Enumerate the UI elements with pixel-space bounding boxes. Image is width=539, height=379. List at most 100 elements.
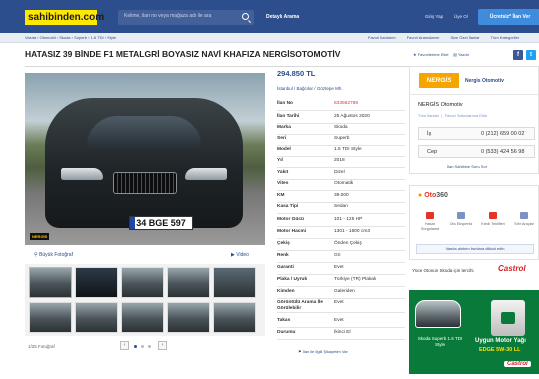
breadcrumb-item[interactable]: Skoda (59, 35, 70, 40)
login-link[interactable]: Giriş Yap (425, 14, 443, 19)
breadcrumb-item[interactable]: 1.6 TDI (91, 35, 104, 40)
thumbnail[interactable] (75, 267, 118, 298)
credit-icon[interactable] (489, 212, 497, 219)
oto360-item-label[interactable]: Hasar Sorgulama (418, 222, 442, 231)
ad-car-image (415, 300, 461, 328)
detail-divider (277, 144, 405, 146)
search-icon[interactable] (242, 13, 249, 20)
detail-divider (277, 133, 405, 135)
store-link[interactable]: Nergis Otomotiv (465, 78, 504, 84)
prev-photo-button[interactable]: ‹ (120, 341, 129, 350)
breadcrumb: Vasıta › Otomobil › Skoda › Superb › 1.6… (25, 35, 117, 40)
oto360-logo: ● Oto360 (418, 192, 448, 199)
detail-label: Renk (277, 253, 289, 258)
thumbnail[interactable] (213, 267, 256, 298)
oto360-item-label[interactable]: Oto Ekspertiz (449, 222, 473, 227)
vehicle-tips-button[interactable]: Vasıta alırken bunlara dikkat edin (416, 244, 534, 254)
video-link[interactable]: ▶ Video (231, 252, 249, 258)
add-favorite-link[interactable]: Favorilerime Ekle (418, 52, 449, 57)
oto360-panel: ● Oto360 Hasar Sorgulama Oto Ekspertiz K… (409, 185, 539, 260)
store-logo[interactable]: NERGİS (419, 73, 459, 88)
breadcrumb-item[interactable]: Style (107, 35, 116, 40)
damage-query-icon[interactable] (426, 212, 434, 219)
detailed-search-link[interactable]: Detaylı Arama (266, 14, 299, 20)
breadcrumb-item[interactable]: Otomobil (40, 35, 56, 40)
oto360-item-label[interactable]: Kredi Teklifleri (481, 222, 505, 227)
phone-label: İş (427, 131, 432, 137)
detail-value: 833562788 (334, 101, 359, 106)
castrol-logo[interactable]: Castrol (498, 264, 526, 273)
advertisement-banner[interactable]: Skoda Superb 1.6 TDI Style Uygun Motor Y… (409, 290, 539, 374)
all-store-ads-link[interactable]: Tüm İlanları (418, 113, 439, 118)
page-dot[interactable] (134, 345, 137, 348)
work-phone[interactable]: İş 0 (212) 659 00 02 (418, 127, 535, 140)
register-link[interactable]: Üye Ol (454, 14, 468, 19)
detail-value: Evet (334, 318, 344, 323)
favorite-seller-link[interactable]: Favori Satıcılarıma Ekle (445, 113, 487, 118)
detail-value: Skoda (334, 125, 348, 130)
site-logo[interactable]: sahibinden.com (25, 10, 104, 25)
page-dot[interactable] (148, 345, 151, 348)
thumbnail[interactable] (121, 267, 164, 298)
new-cars-icon[interactable] (520, 212, 528, 219)
thumbnail[interactable] (75, 302, 118, 333)
search-placeholder: Kelime, ilan no veya mağaza adı ile ara (124, 13, 212, 19)
phone-number: 0 (212) 659 00 02 (481, 131, 525, 137)
favorite-searches-link[interactable]: Favori Aramalarım (407, 35, 440, 40)
oto360-item-label[interactable]: Sıfır Araçlar (512, 222, 536, 227)
expertise-icon[interactable] (457, 212, 465, 219)
detail-divider (277, 212, 405, 214)
detail-label: Kasa Tipi (277, 204, 299, 209)
location-neighborhood[interactable]: Göztepe Mh. (317, 86, 343, 91)
next-photo-button[interactable]: › (158, 341, 167, 350)
complaint-link[interactable]: ⚑ İlan ile İlgili Şikayetim Var (298, 349, 348, 354)
photo-watermark: NERGİS (30, 233, 50, 240)
print-icon: ▤ (453, 52, 457, 57)
post-ad-button[interactable]: Ücretsiz* İlan Ver (478, 9, 539, 25)
detail-value: Galeriden (334, 289, 355, 294)
location-city[interactable]: İstanbul (277, 86, 293, 91)
special-ads-link[interactable]: Size Özel İlanlar (451, 35, 480, 40)
breadcrumb-item[interactable]: Vasıta (25, 35, 36, 40)
detail-label: Marka (277, 125, 291, 130)
detail-value: Otomatik (334, 181, 354, 186)
detail-label: Durumu (277, 330, 296, 335)
thumbnail[interactable] (167, 302, 210, 333)
thumbnail[interactable] (29, 267, 72, 298)
photo-counter: 1/25 Fotoğraf (28, 344, 55, 349)
big-photo-link[interactable]: ⚲ Büyük Fotoğraf (34, 252, 73, 258)
thumbnail[interactable] (167, 267, 210, 298)
main-photo[interactable]: 34 BGE 597 NERGİS (25, 73, 265, 245)
detail-label: Motor Hacmi (277, 229, 307, 234)
detail-label: Görüntülü Arama İle Görülebilir (277, 300, 323, 311)
mobile-phone[interactable]: Cep 0 (533) 424 56 98 (418, 145, 535, 158)
detail-value: 1.6 TDI Style (334, 147, 362, 152)
twitter-icon[interactable]: t (526, 50, 536, 60)
ad-product: EDGE 5W-30 LL (479, 347, 521, 353)
page-dot[interactable] (141, 345, 144, 348)
detail-divider (277, 338, 405, 340)
favorite-ads-link[interactable]: Favori İlanlarım (368, 35, 396, 40)
ask-question-link[interactable]: İlan Sahibine Soru Sor (447, 164, 487, 169)
detail-divider (277, 273, 405, 275)
detail-label: Plaka / Uyruk (277, 277, 308, 282)
breadcrumb-item[interactable]: Superb (74, 35, 87, 40)
ad-castrol-logo: Castrol (504, 361, 531, 367)
breadcrumb-bar: Vasıta › Otomobil › Skoda › Superb › 1.6… (0, 33, 539, 43)
detail-divider (277, 285, 405, 287)
price: 294.850 TL (277, 69, 316, 78)
detail-value: İkinci El (334, 330, 351, 335)
print-link[interactable]: Yazdır (458, 52, 469, 57)
thumbnail[interactable] (29, 302, 72, 333)
search-input[interactable]: Kelime, ilan no veya mağaza adı ile ara (118, 10, 254, 25)
ad-car-caption: Skoda Superb 1.6 TDI Style (417, 336, 463, 347)
thumbnail[interactable] (121, 302, 164, 333)
license-plate: 34 BGE 597 (129, 216, 193, 230)
all-categories-link[interactable]: Tüm Kategoriler (491, 35, 519, 40)
facebook-icon[interactable]: f (513, 50, 523, 60)
listing-title: HATASIZ 39 BİNDE F1 METALGRİ BOYASIZ NAV… (25, 49, 341, 59)
location-district[interactable]: Bağcılar (297, 86, 314, 91)
store-links: Tüm İlanları | Favori Satıcılarıma Ekle (418, 113, 488, 118)
detail-divider (277, 249, 405, 251)
thumbnail[interactable] (213, 302, 256, 333)
